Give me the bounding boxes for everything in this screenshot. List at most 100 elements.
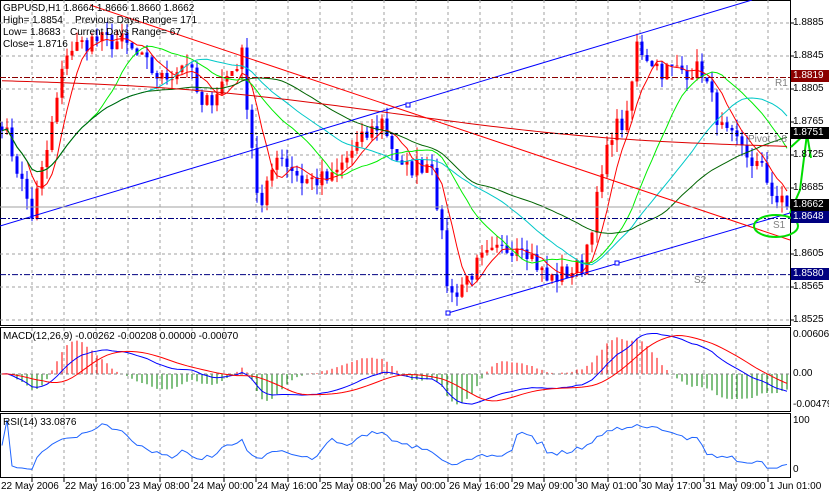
- candle-body: [675, 65, 679, 67]
- candle-body: [260, 192, 264, 206]
- candle-body: [270, 169, 274, 181]
- candle-body: [780, 195, 784, 203]
- candle-body: [440, 209, 444, 231]
- symbol-info: GBPUSD,H1 1.8664 1.8666 1.8660 1.8662: [3, 3, 195, 14]
- candle-body: [255, 147, 259, 193]
- candle-body: [190, 64, 194, 68]
- s1-price-tag: 1.8648: [791, 211, 829, 223]
- date-axis-label: 30 May 17:00: [641, 481, 702, 492]
- candle-body: [730, 127, 734, 131]
- candle-body: [690, 78, 694, 80]
- candle-body: [740, 136, 744, 146]
- date-axis-label: 22 May 2006: [1, 481, 59, 492]
- candle-body: [685, 70, 689, 80]
- candle-body: [545, 267, 549, 281]
- candle-body: [230, 71, 234, 76]
- ma-red-slow: [1, 80, 788, 147]
- rsi-label: RSI(14) 33.0876: [3, 417, 77, 428]
- candle-body: [500, 244, 504, 246]
- chart-canvas[interactable]: [0, 0, 829, 495]
- macd-signal-line: [1, 335, 788, 402]
- date-axis-label: 24 May 16:00: [257, 481, 318, 492]
- macd-label: MACD(12,26,9) -0.00262 -0.00208 0.00000 …: [3, 331, 239, 342]
- candle-body: [25, 178, 29, 199]
- price-axis-label: 1.8805: [793, 83, 824, 94]
- candle-body: [755, 161, 759, 166]
- date-axis-label: 23 May 08:00: [129, 481, 190, 492]
- macd-axis-max: 0.00606: [793, 329, 829, 340]
- candle-body: [330, 172, 334, 181]
- price-axis-label: 1.8725: [793, 149, 824, 160]
- candle-body: [460, 284, 464, 297]
- pivot-label: Pivot 1.8: [748, 134, 787, 145]
- candle-body: [490, 247, 494, 251]
- candle-body: [305, 179, 309, 184]
- candle-body: [760, 161, 764, 163]
- candle-body: [215, 94, 219, 106]
- candle-body: [70, 50, 74, 56]
- candle-body: [705, 77, 709, 82]
- price-axis-label: 1.8605: [793, 248, 824, 259]
- candle-body: [565, 266, 569, 278]
- candle-body: [720, 122, 724, 125]
- date-axis-label: 26 May 00:00: [385, 481, 446, 492]
- candle-body: [650, 60, 654, 67]
- candle-body: [455, 292, 459, 297]
- price-axis-label: 1.8845: [793, 50, 824, 61]
- date-axis-label: 26 May 16:00: [449, 481, 510, 492]
- macd-axis-zero: 0.00: [793, 368, 813, 379]
- candle-body: [165, 72, 169, 80]
- candle-body: [640, 41, 644, 56]
- candle-body: [205, 95, 209, 105]
- candle-body: [635, 41, 639, 82]
- candle-body: [660, 63, 664, 80]
- candle-body: [470, 276, 474, 280]
- macd-line: [1, 332, 788, 405]
- price-axis-label: 1.8765: [793, 116, 824, 127]
- current-range-info: Current Days Range= 67: [70, 27, 181, 38]
- date-axis-label: 22 May 16:00: [65, 481, 126, 492]
- candle-body: [235, 69, 239, 72]
- candle-body: [625, 110, 629, 131]
- candle-body: [45, 149, 49, 168]
- candle-body: [750, 157, 754, 166]
- candle-body: [530, 254, 534, 259]
- candle-body: [80, 40, 84, 42]
- candle-body: [655, 63, 659, 67]
- candle-body: [275, 157, 279, 170]
- candle-body: [90, 36, 94, 52]
- candle-body: [335, 169, 339, 173]
- candle-body: [620, 118, 624, 131]
- rsi-line: [1, 419, 788, 470]
- prev-range-info: Previous Days Range= 171: [75, 15, 198, 26]
- candle-body: [775, 195, 779, 203]
- candle-body: [140, 52, 144, 55]
- date-axis-label: 25 May 08:00: [321, 481, 382, 492]
- candle-body: [130, 42, 134, 49]
- candle-body: [285, 158, 289, 167]
- candle-body: [630, 81, 634, 111]
- candle-body: [115, 41, 119, 50]
- date-axis-label: 24 May 00:00: [193, 481, 254, 492]
- candle-body: [265, 180, 269, 206]
- candle-body: [590, 232, 594, 245]
- date-axis-label: 1 Jun 01:00: [769, 481, 822, 492]
- price-axis-label: 1.8565: [793, 281, 824, 292]
- ma-darkgreen: [1, 77, 788, 234]
- macd-axis-min: -0.00479: [793, 399, 829, 410]
- candle-body: [310, 177, 314, 180]
- candle-body: [480, 252, 484, 258]
- date-axis-label: 31 May 09:00: [705, 481, 766, 492]
- candle-body: [495, 244, 499, 248]
- candle-body: [350, 150, 354, 158]
- s2-price-tag: 1.8580: [791, 268, 829, 280]
- trendline-anchor: [445, 310, 451, 316]
- candle-body: [585, 244, 589, 275]
- candle-body: [75, 41, 79, 51]
- s2-label: S2: [694, 275, 707, 286]
- high-info: High= 1.8854: [3, 15, 63, 26]
- candle-body: [15, 156, 19, 174]
- close-info: Close= 1.8716: [3, 39, 68, 50]
- candle-body: [380, 118, 384, 131]
- candle-body: [615, 118, 619, 141]
